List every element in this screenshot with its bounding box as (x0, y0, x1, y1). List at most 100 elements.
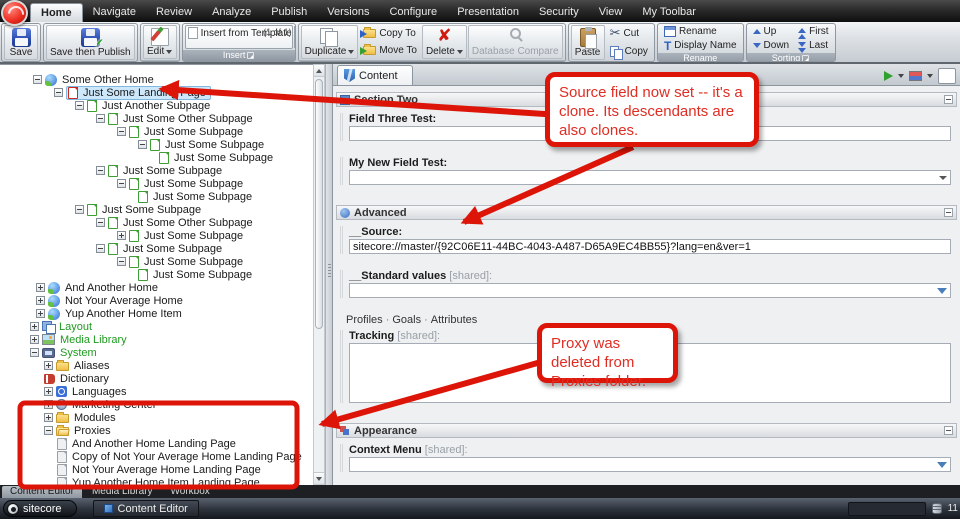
save-then-publish-button[interactable]: ✔Save then Publish (46, 25, 135, 60)
collapse-icon[interactable] (138, 140, 147, 149)
ribbon-tab-configure[interactable]: Configure (379, 3, 447, 22)
collapse-icon[interactable] (96, 244, 105, 253)
expand-icon[interactable] (44, 361, 53, 370)
tree-item-not-your-average-home[interactable]: Not Your Average Home (0, 294, 313, 307)
tree-item-modules[interactable]: Modules (0, 411, 313, 424)
tree-item-just-some-subpage[interactable]: Just Some Subpage (0, 229, 313, 242)
ribbon-tab-presentation[interactable]: Presentation (447, 3, 529, 22)
field-input[interactable]: sitecore://master/{92C06E11-44BC-4043-A4… (349, 239, 951, 254)
database-icon[interactable] (932, 503, 942, 514)
tree-item-just-some-subpage[interactable]: Just Some Subpage (0, 151, 313, 164)
tree-item-copy-of-not-your-average-home-landing-page[interactable]: Copy of Not Your Average Home Landing Pa… (0, 450, 313, 463)
collapse-icon[interactable] (30, 348, 39, 357)
language-dropdown-icon[interactable] (927, 74, 933, 78)
tree-item-just-some-other-subpage[interactable]: Just Some Other Subpage (0, 112, 313, 125)
chevron-down-icon[interactable] (937, 462, 947, 468)
down-button[interactable]: Down (749, 39, 794, 52)
up-button[interactable]: Up (749, 25, 794, 38)
expand-icon[interactable] (44, 387, 53, 396)
rename-button[interactable]: Rename (660, 25, 741, 38)
expand-icon[interactable] (44, 413, 53, 422)
app-tab-workbox[interactable]: Workbox (163, 486, 218, 498)
link-attributes[interactable]: Attributes (431, 314, 477, 326)
chevron-down-icon[interactable] (939, 176, 947, 180)
dialog-launcher-icon[interactable] (247, 52, 254, 59)
sitecore-start-button[interactable]: sitecore (3, 500, 77, 517)
last-button[interactable]: Last (794, 39, 832, 52)
section-collapse-icon[interactable] (944, 208, 953, 217)
database-compare-button[interactable]: Database Compare (468, 25, 563, 59)
ribbon-tab-publish[interactable]: Publish (261, 3, 317, 22)
app-tab-content-editor[interactable]: Content Editor (2, 486, 82, 498)
panel-splitter[interactable] (325, 64, 333, 485)
delete-button[interactable]: ✘Delete (422, 25, 467, 59)
tree-item-some-other-home[interactable]: Some Other Home (0, 73, 313, 86)
field-combobox[interactable] (349, 457, 951, 472)
duplicate-button[interactable]: Duplicate (301, 25, 359, 59)
tree-item-just-some-other-subpage[interactable]: Just Some Other Subpage (0, 216, 313, 229)
tree-item-yup-another-home-item-landing-page[interactable]: Yup Another Home Item Landing Page (0, 476, 313, 485)
tree-item-system[interactable]: System (0, 346, 313, 359)
ribbon-tab-versions[interactable]: Versions (317, 3, 379, 22)
field-textarea[interactable] (349, 343, 951, 403)
scroll-up-icon[interactable] (314, 65, 324, 77)
chevron-down-icon[interactable] (937, 288, 947, 294)
tree-item-just-some-subpage[interactable]: Just Some Subpage (0, 190, 313, 203)
collapse-icon[interactable] (96, 166, 105, 175)
ribbon-tab-review[interactable]: Review (146, 3, 202, 22)
display-name-button[interactable]: TDisplay Name (660, 39, 741, 52)
tree-item-just-some-subpage[interactable]: Just Some Subpage (0, 177, 313, 190)
expand-icon[interactable] (36, 296, 45, 305)
tree-item-just-some-subpage[interactable]: Just Some Subpage (0, 138, 313, 151)
scrollbar-thumb[interactable] (315, 79, 323, 329)
first-button[interactable]: First (794, 25, 832, 38)
tree-scrollbar[interactable] (313, 64, 325, 485)
ribbon-tab-navigate[interactable]: Navigate (83, 3, 146, 22)
collapse-icon[interactable] (96, 114, 105, 123)
tree-item-just-some-subpage[interactable]: Just Some Subpage (0, 268, 313, 281)
link-goals[interactable]: Goals (392, 314, 421, 326)
tree-item-marketing-center[interactable]: Marketing Center (0, 398, 313, 411)
tree-item-and-another-home[interactable]: And Another Home (0, 281, 313, 294)
app-tab-media-library[interactable]: Media Library (84, 486, 161, 498)
gallery-scroll-up-icon[interactable] (295, 26, 296, 33)
move-to-button[interactable]: Move To (359, 44, 421, 57)
tab-content[interactable]: Content (337, 65, 413, 85)
collapse-icon[interactable] (117, 127, 126, 136)
save-button[interactable]: Save (4, 25, 38, 60)
preview-dropdown-icon[interactable] (898, 74, 904, 78)
tree-item-yup-another-home-item[interactable]: Yup Another Home Item (0, 307, 313, 320)
copy-to-button[interactable]: Copy To (359, 27, 421, 40)
ribbon-tab-home[interactable]: Home (30, 3, 83, 22)
expand-icon[interactable] (36, 309, 45, 318)
collapse-icon[interactable] (44, 426, 53, 435)
tree-item-and-another-home-landing-page[interactable]: And Another Home Landing Page (0, 437, 313, 450)
expand-icon[interactable] (30, 335, 39, 344)
collapse-icon[interactable] (54, 88, 63, 97)
ribbon-tab-view[interactable]: View (589, 3, 633, 22)
tree-item-just-another-subpage[interactable]: Just Another Subpage (0, 99, 313, 112)
tree-item-proxies[interactable]: Proxies (0, 424, 313, 437)
collapse-icon[interactable] (75, 101, 84, 110)
gallery-more-icon[interactable] (295, 41, 296, 48)
cut-button[interactable]: ✂Cut (606, 27, 652, 40)
taskbar-content-editor-button[interactable]: Content Editor (93, 500, 199, 517)
ribbon-tab-security[interactable]: Security (529, 3, 589, 22)
field-combobox[interactable] (349, 283, 951, 298)
collapse-icon[interactable] (96, 218, 105, 227)
tree-item-just-some-subpage[interactable]: Just Some Subpage (0, 255, 313, 268)
gallery-scroll-down-icon[interactable] (295, 33, 296, 40)
tree-item-aliases[interactable]: Aliases (0, 359, 313, 372)
collapse-icon[interactable] (33, 75, 42, 84)
section-collapse-icon[interactable] (944, 426, 953, 435)
tree-item-just-some-subpage[interactable]: Just Some Subpage (0, 203, 313, 216)
ribbon-tab-my-toolbar[interactable]: My Toolbar (632, 3, 706, 22)
tree-item-just-some-landing-page[interactable]: Just Some Landing Page (0, 86, 313, 99)
ribbon-tab-analyze[interactable]: Analyze (202, 3, 261, 22)
field-input[interactable] (349, 126, 951, 141)
tree-item-dictionary[interactable]: Dictionary (0, 372, 313, 385)
link-profiles[interactable]: Profiles (346, 314, 383, 326)
tree-item-just-some-subpage[interactable]: Just Some Subpage (0, 164, 313, 177)
tree-item-layout[interactable]: Layout (0, 320, 313, 333)
collapse-icon[interactable] (117, 257, 126, 266)
